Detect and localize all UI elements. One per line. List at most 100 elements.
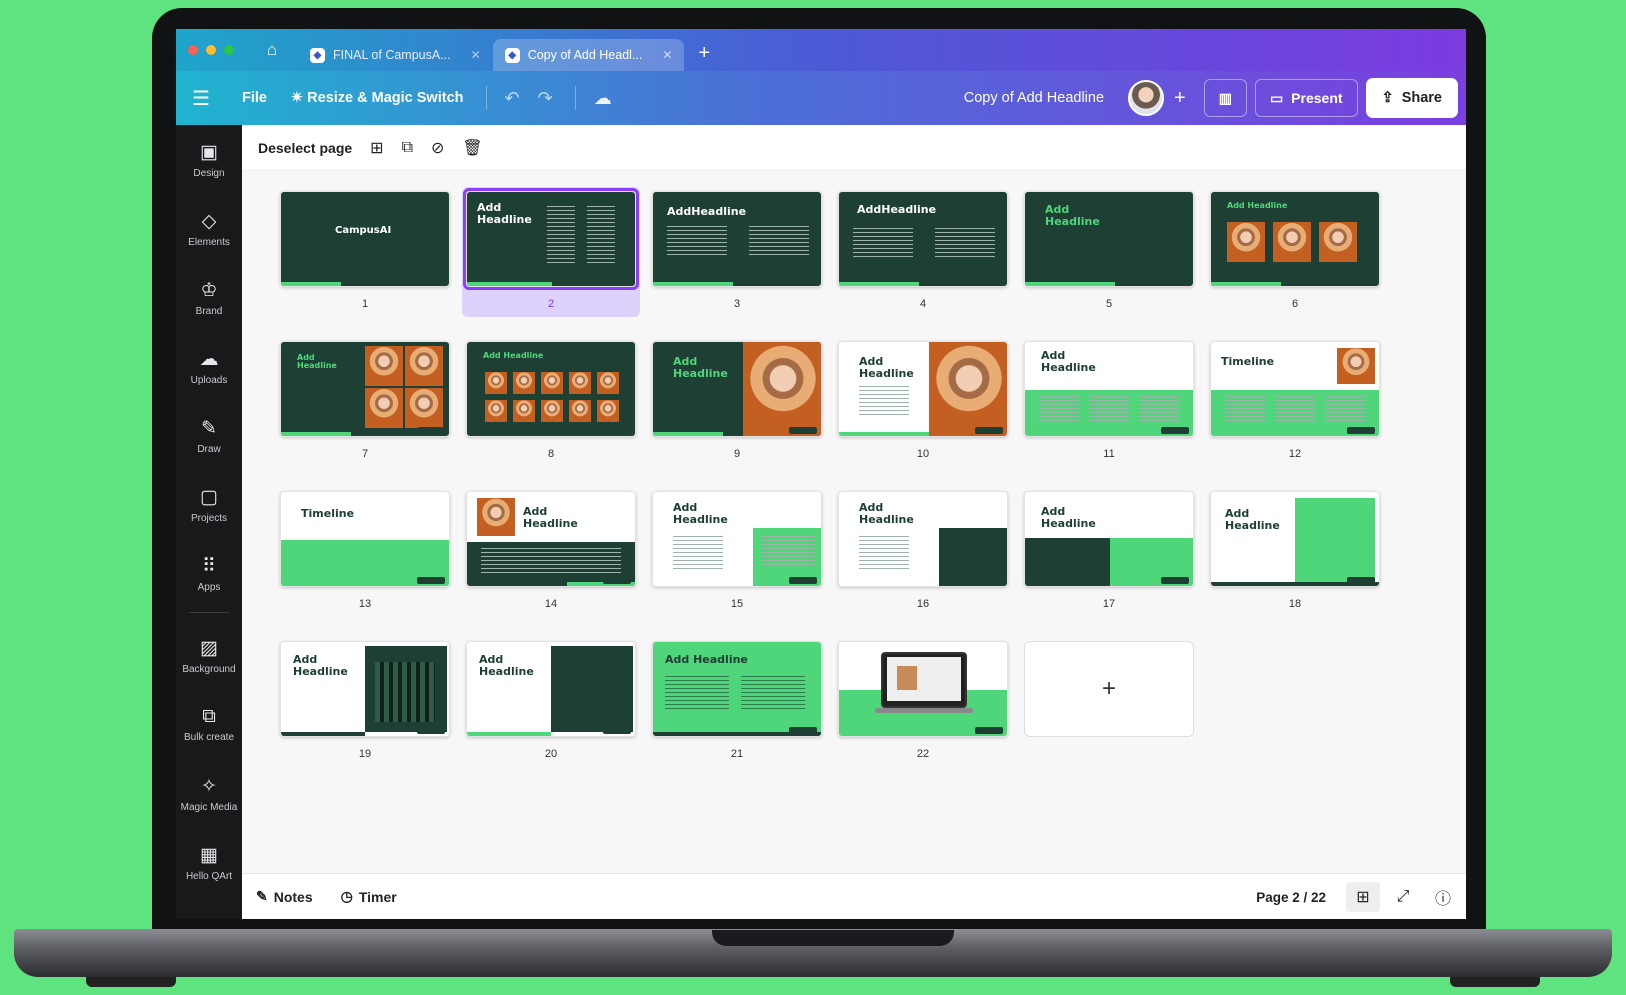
present-button[interactable]: ▭ Present [1254, 79, 1358, 117]
duplicate-page-icon[interactable]: ⧉ [402, 139, 413, 157]
slide-title: Add Headline [859, 355, 914, 380]
sidebar-item-hello-qart[interactable]: ▦ Hello QArt [176, 828, 242, 897]
add-page-icon[interactable]: ⊞ [370, 138, 383, 158]
sidebar-item-label: Hello QArt [185, 870, 233, 882]
file-menu[interactable]: File [242, 90, 267, 106]
page-number: 20 [544, 748, 558, 760]
slide-title: Add Headline [483, 351, 544, 360]
sidebar-item-bulk-create[interactable]: ⧉ Bulk create [176, 690, 242, 759]
laptop-notch [712, 930, 954, 946]
slide-title: Add Headline [1041, 505, 1096, 530]
maximize-window-button[interactable] [224, 45, 234, 55]
design-icon: ▣ [200, 141, 218, 163]
page-number: 3 [733, 298, 741, 310]
browser-tab-active[interactable]: ◆ Copy of Add Headl... ✕ [492, 39, 685, 71]
uploads-icon: ☁ [199, 348, 219, 370]
sidebar-item-draw[interactable]: ✎ Draw [176, 401, 242, 470]
deselect-page-button[interactable]: Deselect page [258, 140, 352, 156]
insights-button[interactable]: ▥ [1203, 79, 1247, 117]
sidebar-item-label: Design [193, 167, 225, 179]
avatar[interactable] [1128, 80, 1165, 116]
fullscreen-icon[interactable]: ⤢ [1386, 882, 1420, 912]
page-number: 13 [358, 598, 372, 610]
home-icon[interactable]: ⌂ [260, 40, 284, 60]
laptop-foot [86, 977, 176, 987]
page-actions-bar: Deselect page ⊞ ⧉ ⊘ 🗑 [242, 125, 1466, 171]
sidebar-divider [189, 612, 229, 613]
editor-footer: ✎ Notes ◷ Timer Page 2 / 22 ⊞ ⤢ ⓘ [242, 873, 1466, 919]
minimize-window-button[interactable] [206, 45, 216, 55]
sparkle-icon: ✴ [290, 90, 308, 106]
laptop-foot [1450, 977, 1540, 987]
timer-icon: ◷ [340, 888, 353, 904]
close-tab-icon[interactable]: ✕ [662, 48, 672, 62]
help-icon[interactable]: ⓘ [1426, 882, 1460, 912]
browser-tab[interactable]: ◆ FINAL of CampusA... ✕ [298, 39, 493, 71]
background-icon: ▨ [200, 637, 218, 659]
sidebar-item-design[interactable]: ▣ Design [176, 125, 242, 194]
slide-title: CampusAI [335, 225, 392, 236]
slide-title: Add Headline [1227, 201, 1288, 210]
undo-icon[interactable]: ↶ [505, 88, 520, 109]
page-indicator[interactable]: Page 2 / 22 [1256, 890, 1326, 905]
magic-media-icon: ✧ [201, 775, 217, 797]
page-number: 10 [916, 448, 930, 460]
sidebar-item-label: Uploads [190, 374, 228, 386]
hamburger-menu-icon[interactable]: ☰ [176, 86, 226, 111]
page-number: 7 [361, 448, 369, 460]
add-collaborator-icon[interactable]: + [1174, 87, 1186, 110]
slide-title: Add Headline [665, 653, 748, 666]
sidebar-item-background[interactable]: ▨ Background [176, 621, 242, 690]
page-number: 14 [544, 598, 558, 610]
sidebar-item-uploads[interactable]: ☁ Uploads [176, 332, 242, 401]
share-label: Share [1401, 90, 1442, 106]
sidebar-item-projects[interactable]: ▢ Projects [176, 470, 242, 539]
cloud-saved-icon[interactable]: ☁ [594, 88, 612, 109]
hide-page-icon[interactable]: ⊘ [431, 138, 444, 158]
sidebar-item-label: Projects [190, 512, 228, 524]
sidebar-item-brand[interactable]: ♔ Brand [176, 263, 242, 332]
grid-view-icon[interactable]: ⊞ [1346, 882, 1380, 912]
page-number: 21 [730, 748, 744, 760]
close-window-button[interactable] [188, 45, 198, 55]
close-tab-icon[interactable]: ✕ [471, 48, 481, 62]
editor-toolbar: ☰ File ✴ Resize & Magic Switch ↶ ↷ ☁ Cop… [176, 71, 1466, 125]
divider [485, 86, 487, 110]
page-number: 12 [1288, 448, 1302, 460]
page-number: 11 [1103, 448, 1115, 460]
redo-icon[interactable]: ↷ [538, 88, 553, 109]
add-page-button[interactable]: + [1024, 641, 1194, 737]
notes-button[interactable]: ✎ Notes [256, 888, 313, 905]
slide-title: Add Headline [673, 501, 728, 526]
present-label: Present [1291, 90, 1343, 106]
sidebar-item-elements[interactable]: ◇ Elements [176, 194, 242, 263]
slide-title: Add Headline [1041, 349, 1096, 374]
slide-title: Add Headline [673, 355, 728, 380]
projects-icon: ▢ [200, 486, 218, 508]
sidebar-item-apps[interactable]: ⠿ Apps [176, 539, 242, 608]
bulk-create-icon: ⧉ [202, 706, 216, 727]
tab-title: Copy of Add Headl... [527, 48, 643, 62]
canva-favicon-icon: ◆ [504, 47, 520, 63]
page-number: 5 [1105, 298, 1113, 310]
slide-title: Add Headline [1045, 203, 1100, 228]
slide-title: Add Headline [297, 353, 337, 371]
sidebar-item-label: Draw [197, 443, 221, 455]
footer-right: Page 2 / 22 ⊞ ⤢ ⓘ [1256, 874, 1466, 919]
timer-button[interactable]: ◷ Timer [341, 888, 397, 905]
page-number: 15 [730, 598, 744, 610]
resize-magic-switch-button[interactable]: ✴ Resize & Magic Switch [291, 90, 464, 106]
sidebar-item-label: Elements [188, 236, 230, 248]
sidebar-item-label: Bulk create [183, 732, 235, 743]
sidebar-item-magic-media[interactable]: ✧ Magic Media [176, 759, 242, 828]
slide-title: AddHeadline [857, 203, 937, 216]
new-tab-button[interactable]: + [698, 42, 710, 65]
share-button[interactable]: ⇪ Share [1365, 78, 1458, 118]
slide-title: Add Headline [523, 505, 578, 530]
notes-icon: ✎ [256, 888, 268, 904]
document-title[interactable]: Copy of Add Headline [964, 90, 1104, 106]
browser-tab-bar: ⌂ ◆ FINAL of CampusA... ✕ ◆ Copy of Add … [176, 29, 1466, 71]
page-number: 6 [1291, 298, 1299, 310]
slide-title: Add Headline [479, 653, 534, 678]
delete-page-icon[interactable]: 🗑 [462, 138, 482, 158]
